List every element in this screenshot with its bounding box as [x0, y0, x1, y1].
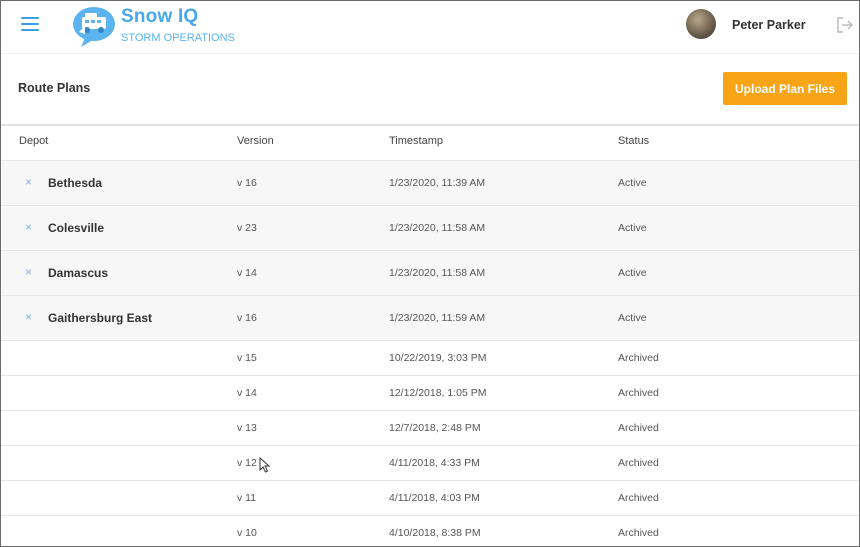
timestamp-cell: 10/22/2019, 3:03 PM: [389, 352, 487, 364]
page-title: Route Plans: [18, 81, 91, 95]
table-row-archived[interactable]: v 12 4/11/2018, 4:33 PM Archived: [1, 446, 859, 481]
brand-subtitle: STORM OPERATIONS: [121, 32, 235, 44]
version-cell: v 10: [237, 527, 257, 539]
table-row-archived[interactable]: v 11 4/11/2018, 4:03 PM Archived: [1, 481, 859, 516]
table-row-active[interactable]: × Bethesda v 16 1/23/2020, 11:39 AM Acti…: [1, 161, 859, 206]
hamburger-menu-icon[interactable]: [21, 17, 39, 33]
version-cell: v 14: [237, 267, 257, 279]
depot-name: Damascus: [48, 266, 109, 280]
version-cell: v 13: [237, 422, 257, 434]
depot-name: Bethesda: [48, 176, 103, 190]
close-icon[interactable]: ×: [25, 265, 32, 279]
version-cell: v 14: [237, 387, 257, 399]
timestamp-cell: 4/11/2018, 4:33 PM: [389, 457, 480, 469]
close-icon[interactable]: ×: [25, 175, 32, 189]
route-plans-table: Depot Version Timestamp Status × Bethesd…: [1, 126, 859, 546]
timestamp-cell: 4/11/2018, 4:03 PM: [389, 492, 480, 504]
depot-name: Colesville: [48, 221, 105, 235]
timestamp-cell: 4/10/2018, 8:38 PM: [389, 527, 481, 539]
timestamp-cell: 12/12/2018, 1:05 PM: [389, 387, 487, 399]
status-cell: Archived: [618, 527, 659, 539]
mouse-pointer-icon: [259, 457, 271, 473]
version-cell: v 15: [237, 352, 257, 364]
table-row-active[interactable]: × Damascus v 14 1/23/2020, 11:58 AM Acti…: [1, 251, 859, 296]
table-row-archived[interactable]: v 13 12/7/2018, 2:48 PM Archived: [1, 411, 859, 446]
status-cell: Active: [618, 312, 647, 324]
status-cell: Archived: [618, 387, 659, 399]
table-row-archived[interactable]: v 10 4/10/2018, 8:38 PM Archived: [1, 516, 859, 546]
status-cell: Archived: [618, 492, 659, 504]
timestamp-cell: 1/23/2020, 11:58 AM: [389, 222, 486, 234]
top-navigation-bar: Snow IQ STORM OPERATIONS Peter Parker: [1, 1, 859, 54]
snow-plow-logo-icon[interactable]: [71, 4, 117, 48]
version-cell: v 11: [237, 492, 257, 504]
version-cell: v 16: [237, 312, 257, 324]
timestamp-cell: 1/23/2020, 11:39 AM: [389, 177, 486, 189]
page-header: Route Plans Upload Plan Files: [1, 54, 859, 126]
close-icon[interactable]: ×: [25, 220, 32, 234]
app-window: Snow IQ STORM OPERATIONS Peter Parker Ro…: [0, 0, 860, 547]
column-header-timestamp[interactable]: Timestamp: [389, 135, 443, 147]
version-cell: v 16: [237, 177, 257, 189]
upload-plan-files-button[interactable]: Upload Plan Files: [723, 72, 847, 105]
status-cell: Active: [618, 267, 647, 279]
status-cell: Active: [618, 222, 647, 234]
user-avatar[interactable]: [686, 9, 716, 39]
logout-icon[interactable]: [836, 16, 854, 34]
status-cell: Active: [618, 177, 647, 189]
brand-name: Snow IQ: [121, 6, 199, 27]
table-row-active[interactable]: × Colesville v 23 1/23/2020, 11:58 AM Ac…: [1, 206, 859, 251]
table-header: Depot Version Timestamp Status: [1, 126, 859, 161]
status-cell: Archived: [618, 457, 659, 469]
status-cell: Archived: [618, 422, 659, 434]
column-header-status[interactable]: Status: [618, 135, 649, 147]
close-icon[interactable]: ×: [25, 310, 32, 324]
timestamp-cell: 1/23/2020, 11:58 AM: [389, 267, 486, 279]
status-cell: Archived: [618, 352, 659, 364]
user-name[interactable]: Peter Parker: [732, 18, 806, 32]
depot-name: Gaithersburg East: [48, 311, 153, 325]
version-cell: v 12: [237, 457, 257, 469]
timestamp-cell: 1/23/2020, 11:59 AM: [389, 312, 486, 324]
column-header-depot[interactable]: Depot: [19, 135, 48, 147]
version-cell: v 23: [237, 222, 257, 234]
table-row-archived[interactable]: v 15 10/22/2019, 3:03 PM Archived: [1, 341, 859, 376]
table-row-active[interactable]: × Gaithersburg East v 16 1/23/2020, 11:5…: [1, 296, 859, 341]
column-header-version[interactable]: Version: [237, 135, 274, 147]
timestamp-cell: 12/7/2018, 2:48 PM: [389, 422, 481, 434]
table-row-archived[interactable]: v 14 12/12/2018, 1:05 PM Archived: [1, 376, 859, 411]
